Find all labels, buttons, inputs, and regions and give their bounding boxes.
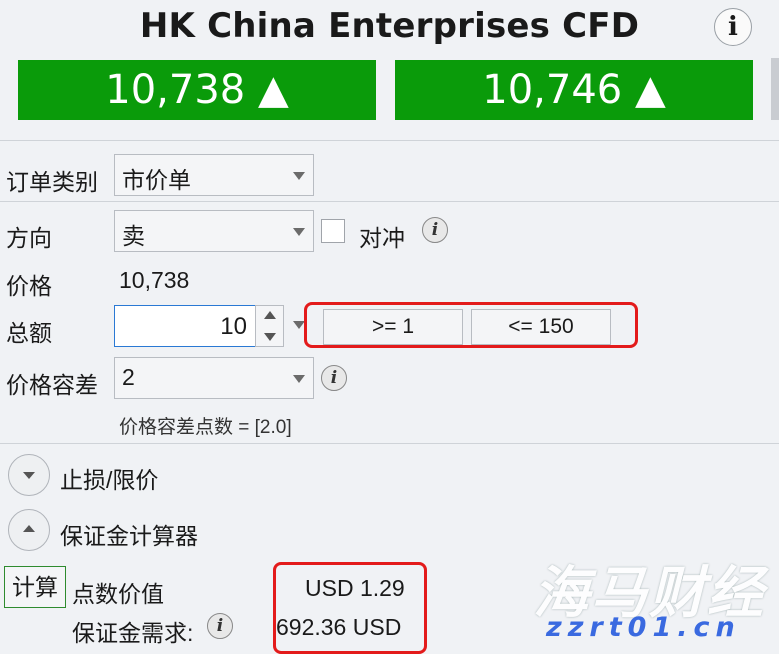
hedge-label: 对冲 [359, 225, 405, 251]
tolerance-label: 价格容差 [6, 372, 98, 398]
margin-calculator-toggle[interactable] [8, 509, 50, 551]
direction-select[interactable]: 卖 [114, 210, 314, 252]
margin-requirement-label: 保证金需求: [72, 620, 194, 646]
divider [0, 201, 779, 202]
divider [0, 443, 779, 444]
quantity-stepper[interactable] [255, 305, 284, 347]
chevron-down-icon [293, 375, 305, 383]
margin-calculator-label[interactable]: 保证金计算器 [60, 517, 198, 551]
hedge-checkbox[interactable] [321, 219, 345, 243]
order-type-value: 市价单 [122, 167, 191, 193]
order-type-label: 订单类别 [6, 169, 98, 195]
calculator-result-highlight [273, 562, 427, 654]
stop-limit-label[interactable]: 止损/限价 [60, 461, 158, 495]
tolerance-info-icon[interactable]: i [321, 365, 347, 391]
tolerance-value: 2 [122, 364, 135, 390]
point-value-label: 点数价值 [72, 581, 164, 607]
scrollbar[interactable] [771, 58, 779, 120]
instrument-title: HK China Enterprises CFD [139, 6, 640, 46]
direction-label: 方向 [6, 225, 52, 251]
chevron-down-icon [293, 228, 305, 236]
chevron-down-icon [293, 172, 305, 180]
quantity-label: 总额 [6, 320, 52, 346]
stop-limit-toggle[interactable] [8, 454, 50, 496]
tolerance-points-text: 价格容差点数 = [2.0] [119, 417, 292, 438]
quantity-input[interactable]: 10 [114, 305, 256, 347]
bid-price-button[interactable]: 10,738 ▲ [18, 60, 376, 120]
order-type-select[interactable]: 市价单 [114, 154, 314, 196]
chevron-down-icon [23, 472, 35, 479]
divider [0, 140, 779, 141]
price-value: 10,738 [119, 267, 190, 293]
calculate-button[interactable]: 计算 [4, 566, 66, 608]
quantity-range-highlight [304, 302, 638, 348]
stepper-up-icon[interactable] [264, 311, 276, 319]
margin-info-icon[interactable]: i [207, 613, 233, 639]
hedge-info-icon[interactable]: i [422, 217, 448, 243]
tolerance-select[interactable]: 2 [114, 357, 314, 399]
watermark-url: zzrt01.cn [546, 612, 741, 643]
chevron-up-icon [23, 525, 35, 532]
stepper-down-icon[interactable] [264, 333, 276, 341]
price-label: 价格 [6, 273, 52, 299]
info-icon[interactable]: i [714, 8, 752, 46]
direction-value: 卖 [122, 223, 145, 249]
ask-price-button[interactable]: 10,746 ▲ [395, 60, 753, 120]
quantity-value: 10 [220, 313, 247, 340]
